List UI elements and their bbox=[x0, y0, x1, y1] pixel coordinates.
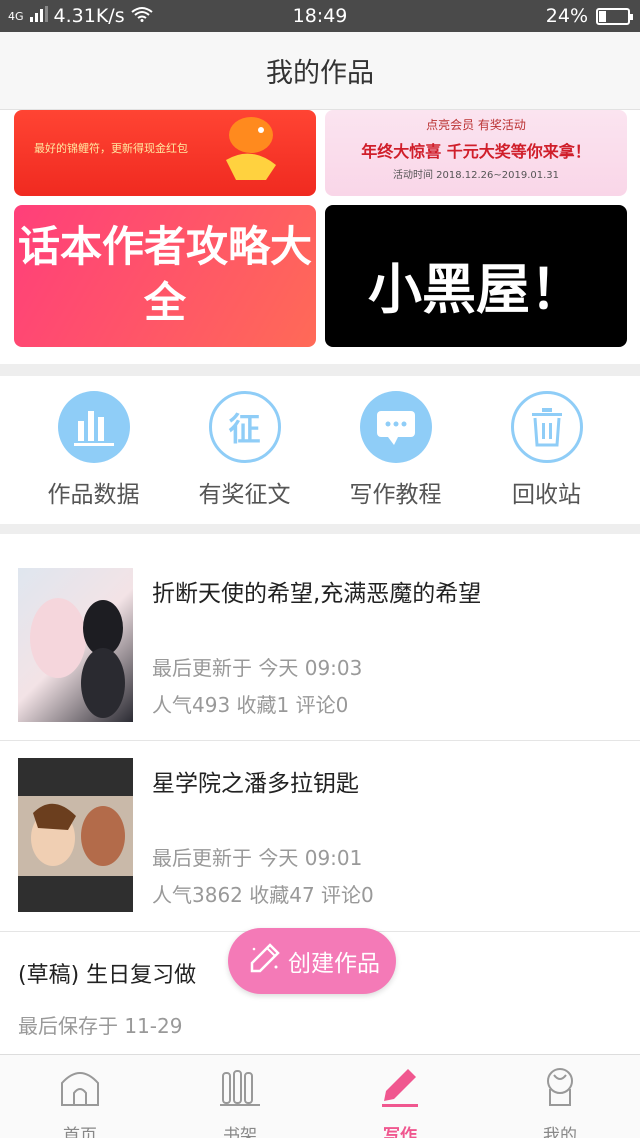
status-time: 18:49 bbox=[292, 5, 348, 27]
work-item[interactable]: 折断天使的希望,充满恶魔的希望 最后更新于 今天 09:03 人气493 收藏1… bbox=[0, 534, 640, 740]
quick-action-work-data[interactable]: 作品数据 bbox=[19, 376, 169, 524]
page-title: 我的作品 bbox=[266, 58, 374, 89]
work-updated: 最后更新于 今天 09:03 bbox=[152, 656, 363, 680]
status-right: 24% bbox=[545, 5, 633, 27]
banner-3-text: 话本作者攻略大全 bbox=[17, 222, 312, 327]
koi-fish-icon bbox=[226, 117, 276, 180]
work-stats: 人气493 收藏1 评论0 bbox=[152, 693, 349, 717]
chat-bubble-icon bbox=[359, 391, 432, 463]
nav-label: 我的 bbox=[543, 1126, 577, 1138]
nav-label: 首页 bbox=[63, 1126, 97, 1138]
nav-profile[interactable]: 我的 bbox=[480, 1055, 640, 1138]
quick-action-label: 写作教程 bbox=[349, 482, 442, 508]
nav-label: 写作 bbox=[383, 1126, 417, 1138]
nav-bookshelf[interactable]: 书架 bbox=[160, 1055, 320, 1138]
status-bar: 4G 4.31K/s 18:49 24% bbox=[0, 0, 640, 32]
battery-percent: 24% bbox=[545, 5, 588, 27]
contest-icon: 征 bbox=[208, 391, 281, 463]
banner-2-title: 点亮会员 有奖活动 bbox=[426, 118, 526, 132]
section-divider bbox=[0, 524, 640, 534]
draft-title[interactable]: (草稿) 生日复习做 bbox=[18, 957, 196, 989]
work-cover-image bbox=[18, 758, 133, 912]
battery-fill bbox=[599, 10, 606, 22]
contest-glyph: 征 bbox=[228, 410, 261, 448]
banner-vip-event[interactable]: 点亮会员 有奖活动 年终大惊喜 千元大奖等你来拿！ 活动时间 2018.12.2… bbox=[325, 110, 627, 196]
banner-1-text: 最好的锦鲤符，更新得现金红包 bbox=[34, 142, 188, 155]
banner-2-date: 活动时间 2018.12.26~2019.01.31 bbox=[392, 170, 560, 181]
banner-lucky-envelope[interactable]: 最好的锦鲤符，更新得现金红包 bbox=[14, 110, 316, 196]
quick-action-label: 回收站 bbox=[512, 482, 581, 508]
quick-actions: 作品数据 征 有奖征文 写作教程 回收站 bbox=[0, 376, 640, 524]
trash-icon bbox=[510, 391, 583, 463]
page-header: 我的作品 bbox=[0, 32, 640, 110]
draft-saved: 最后保存于 11-29 bbox=[18, 1014, 183, 1038]
work-title: 星学院之潘多拉钥匙 bbox=[152, 771, 359, 797]
work-updated: 最后更新于 今天 09:01 bbox=[152, 846, 363, 870]
nav-home[interactable]: 首页 bbox=[0, 1055, 160, 1138]
nav-label: 书架 bbox=[223, 1126, 257, 1138]
quick-action-contest[interactable]: 征 有奖征文 bbox=[170, 376, 320, 524]
banner-dark-room[interactable]: 小黑屋！ bbox=[325, 205, 627, 347]
create-work-label: 创建作品 bbox=[288, 951, 380, 977]
write-icon bbox=[382, 1069, 418, 1107]
banner-author-guide[interactable]: 话本作者攻略大全 bbox=[14, 205, 316, 347]
banner-4-text: 小黑屋！ bbox=[368, 258, 584, 321]
work-title: 折断天使的希望,充满恶魔的希望 bbox=[152, 581, 482, 607]
home-icon bbox=[61, 1072, 99, 1106]
quick-action-label: 作品数据 bbox=[47, 482, 140, 508]
quick-action-tutorial[interactable]: 写作教程 bbox=[321, 376, 471, 524]
profile-icon bbox=[547, 1068, 573, 1106]
bookshelf-icon bbox=[220, 1070, 260, 1106]
quick-action-recycle-bin[interactable]: 回收站 bbox=[472, 376, 622, 524]
pencil-icon bbox=[248, 941, 282, 981]
bottom-nav: 首页 书架 写作 我的 bbox=[0, 1054, 640, 1138]
work-stats: 人气3862 收藏47 评论0 bbox=[152, 883, 374, 907]
create-work-button[interactable]: 创建作品 bbox=[228, 928, 396, 994]
banner-2-subtitle: 年终大惊喜 千元大奖等你来拿！ bbox=[361, 142, 591, 161]
work-cover-image bbox=[18, 568, 133, 722]
nav-write[interactable]: 写作 bbox=[320, 1055, 480, 1138]
bar-chart-icon bbox=[57, 391, 130, 463]
section-divider bbox=[0, 364, 640, 376]
work-item[interactable]: 星学院之潘多拉钥匙 最后更新于 今天 09:01 人气3862 收藏47 评论0 bbox=[0, 741, 640, 931]
quick-action-label: 有奖征文 bbox=[198, 482, 291, 508]
battery-icon bbox=[596, 7, 633, 25]
